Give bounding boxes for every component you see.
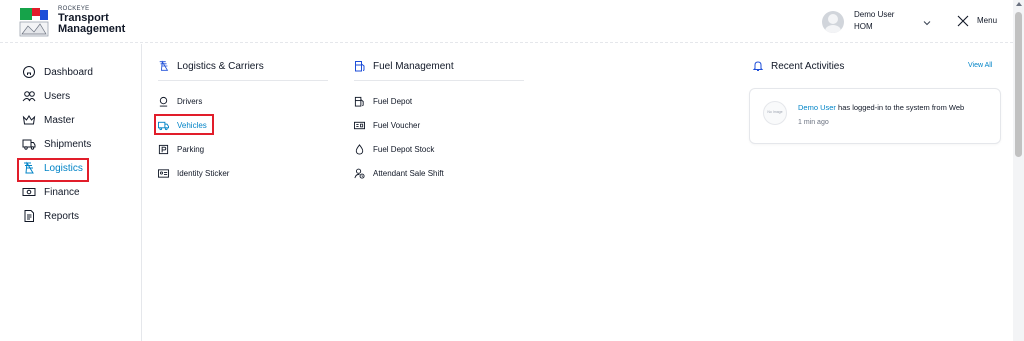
activity-message: has logged-in to the system from Web	[835, 103, 965, 112]
recent-activities-title: Recent Activities	[752, 57, 844, 75]
avatar	[822, 11, 844, 33]
user-org: HOM	[854, 22, 873, 31]
id-card-icon	[158, 168, 169, 178]
menu-link-label: Fuel Voucher	[373, 120, 421, 130]
menu-link-parking[interactable]: Parking	[158, 141, 204, 157]
menu-link-label: Identity Sticker	[177, 168, 230, 178]
menu-link-fuel-depot[interactable]: Fuel Depot	[354, 93, 412, 109]
column-divider	[158, 80, 328, 81]
column-title-label: Logistics & Carriers	[177, 60, 264, 72]
sidebar-item-label: Master	[44, 114, 75, 126]
drop-icon	[355, 143, 364, 155]
top-header: ROCKEYE Transport Management Demo User H…	[0, 0, 1013, 43]
sidebar-item-master[interactable]: Master	[22, 110, 75, 130]
column-title-label: Recent Activities	[771, 60, 845, 72]
sidebar-item-users[interactable]: Users	[22, 86, 70, 106]
fuel-pump-icon	[355, 61, 365, 72]
menu-link-drivers[interactable]: Drivers	[158, 93, 202, 109]
column-divider	[354, 80, 524, 81]
crown-icon	[22, 115, 36, 125]
home-icon	[23, 66, 35, 78]
driver-icon	[159, 96, 168, 107]
activity-text: Demo User has logged-in to the system fr…	[798, 103, 964, 112]
close-icon	[957, 15, 969, 27]
cash-icon	[22, 188, 36, 196]
user-menu[interactable]: Demo User HOM	[822, 8, 932, 36]
menu-link-label: Drivers	[177, 96, 203, 106]
menu-link-attendant-sale-shift[interactable]: Attendant Sale Shift	[354, 165, 444, 181]
parking-icon	[158, 144, 169, 154]
menu-link-fuel-voucher[interactable]: Fuel Voucher	[354, 117, 420, 133]
view-all-link[interactable]: View All	[968, 62, 992, 69]
activity-time: 1 min ago	[798, 119, 829, 126]
attendant-icon	[354, 168, 365, 179]
logistics-column-title: Logistics & Carriers	[158, 57, 264, 75]
voucher-icon	[354, 121, 365, 129]
menu-link-identity-sticker[interactable]: Identity Sticker	[158, 165, 229, 181]
column-title-label: Fuel Management	[373, 60, 454, 72]
chevron-down-icon[interactable]	[922, 18, 932, 28]
activity-avatar: No Image	[763, 101, 787, 125]
sidebar-item-shipments[interactable]: Shipments	[22, 134, 91, 154]
users-icon	[22, 91, 36, 102]
sidebar: Dashboard Users Master Shipments Logisti…	[0, 44, 142, 341]
sidebar-item-label: Users	[44, 90, 71, 102]
scrollbar[interactable]	[1013, 0, 1024, 341]
scroll-up-arrow-icon[interactable]	[1016, 2, 1022, 6]
bell-icon	[752, 61, 764, 71]
truck-icon	[22, 139, 36, 150]
logo-title: Transport Management	[58, 13, 125, 35]
sidebar-item-reports[interactable]: Reports	[22, 206, 79, 226]
highlight-box-logistics	[17, 158, 89, 182]
menu-link-label: Fuel Depot Stock	[373, 144, 435, 154]
sidebar-item-label: Shipments	[44, 138, 92, 150]
activity-user-link[interactable]: Demo User	[798, 103, 836, 112]
menu-link-fuel-depot-stock[interactable]: Fuel Depot Stock	[354, 141, 434, 157]
sidebar-item-dashboard[interactable]: Dashboard	[22, 62, 93, 82]
menu-link-label: Fuel Depot	[373, 96, 413, 106]
logistics-icon	[159, 60, 169, 71]
menu-label: Menu	[977, 16, 998, 25]
logo-mark-icon	[19, 8, 49, 37]
sidebar-item-label: Dashboard	[44, 66, 93, 78]
logo-title-line2: Management	[58, 23, 126, 35]
activity-card[interactable]: No Image Demo User has logged-in to the …	[749, 88, 1001, 144]
highlight-box-vehicles	[154, 114, 214, 135]
sidebar-item-label: Reports	[44, 210, 80, 222]
app-logo[interactable]: ROCKEYE Transport Management	[18, 4, 128, 40]
sidebar-item-finance[interactable]: Finance	[22, 182, 80, 202]
document-icon	[24, 210, 34, 222]
sidebar-item-label: Finance	[44, 186, 80, 198]
user-name: Demo User	[854, 10, 895, 19]
fuel-pump-icon	[354, 96, 364, 107]
fuel-column-title: Fuel Management	[354, 57, 454, 75]
menu-link-label: Attendant Sale Shift	[373, 168, 444, 178]
scroll-thumb[interactable]	[1015, 12, 1022, 157]
menu-link-label: Parking	[177, 144, 205, 154]
